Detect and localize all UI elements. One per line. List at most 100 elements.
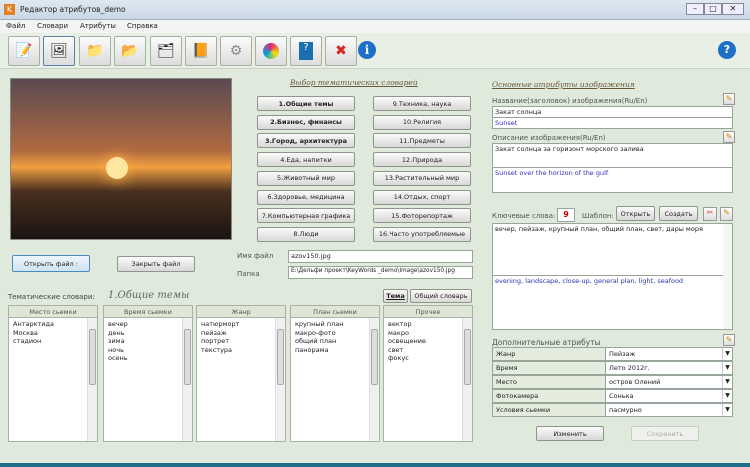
dictionary-button[interactable]: 4.Еда, напитки — [257, 152, 355, 168]
dictionary-button[interactable]: 8.Люди — [257, 226, 355, 242]
dictionary-button[interactable]: 6.Здоровье, медицина — [257, 189, 355, 205]
keywords-scrollbar[interactable] — [723, 224, 732, 329]
folder-image-2-icon[interactable]: 📂 — [114, 36, 146, 66]
list-item[interactable]: день — [104, 329, 192, 338]
list-item[interactable]: портрет — [197, 337, 285, 346]
list-item[interactable]: пейзаж — [197, 329, 285, 338]
list-item[interactable]: текстура — [197, 346, 285, 355]
template-create-button[interactable]: Создать — [659, 206, 698, 221]
save-button[interactable]: Сохранить — [631, 426, 699, 441]
chevron-down-icon[interactable]: ▼ — [722, 348, 732, 360]
thematic-list[interactable]: Место сьемки Антарктида Москва стадион — [8, 305, 98, 442]
description-ru-field[interactable]: Закат солнца за горизонт морского залива — [492, 143, 733, 168]
scrollbar-thumb[interactable] — [371, 329, 378, 385]
close-x-icon[interactable]: ✖ — [325, 36, 357, 66]
dictionary-button[interactable]: 9.Техника, наука — [373, 96, 471, 111]
list-item[interactable]: общий план — [291, 337, 379, 346]
list-item[interactable]: свет — [384, 346, 472, 355]
list-item[interactable]: крупный план — [291, 320, 379, 329]
clear-extra-brush-icon[interactable]: ✎ — [723, 334, 735, 346]
folder-dark-icon[interactable]: 🗂 — [150, 36, 182, 66]
keywords-ru-field[interactable]: вечер, пейзаж, крупный план, общий план,… — [492, 223, 733, 276]
list-item[interactable]: Москва — [9, 329, 97, 338]
chevron-down-icon[interactable]: ▼ — [722, 404, 732, 416]
keywords-en-field[interactable]: evening, landscape, close-up, general pl… — [492, 275, 733, 330]
menu-dictionaries[interactable]: Словари — [37, 22, 68, 30]
help-icon[interactable]: ? — [718, 41, 736, 59]
dictionary-button[interactable]: 1.Общие темы — [257, 96, 355, 111]
close-window-button[interactable]: ✕ — [722, 3, 744, 15]
dictionary-button[interactable]: 13.Растительный мир — [373, 170, 471, 186]
tab-general-dictionary[interactable]: Общий словарь — [410, 289, 472, 303]
menu-help[interactable]: Справка — [127, 22, 158, 30]
list-scrollbar[interactable] — [275, 318, 285, 441]
settings-icon[interactable]: ⚙ — [220, 36, 252, 66]
list-item[interactable]: панорама — [291, 346, 379, 355]
scrollbar-thumb[interactable] — [277, 329, 284, 385]
dictionary-button[interactable]: 3.Город, архитектура — [257, 133, 355, 149]
close-file-button[interactable]: Закрыть файл — [117, 256, 195, 272]
scrollbar-thumb[interactable] — [184, 329, 191, 385]
minimize-button[interactable]: – — [686, 3, 704, 15]
tools-icon[interactable]: ✂ — [703, 207, 717, 221]
clear-keywords-brush-icon[interactable]: ✎ — [720, 207, 733, 221]
file-name-field[interactable]: azov150.jpg — [288, 250, 473, 263]
chevron-down-icon[interactable]: ▼ — [722, 390, 732, 402]
list-scrollbar[interactable] — [182, 318, 192, 441]
dictionary-button[interactable]: 2.Бизнес, финансы — [257, 114, 355, 130]
info-icon[interactable]: i — [358, 41, 376, 59]
thematic-list[interactable]: Время сьемки вечер день зима ночь осень — [103, 305, 193, 442]
list-item[interactable]: макро — [384, 329, 472, 338]
thematic-list[interactable]: Жанр натюрморт пейзаж портрет текстура — [196, 305, 286, 442]
folder-image-icon[interactable]: 📁 — [79, 36, 111, 66]
book-copy-icon[interactable]: 📙 — [185, 36, 217, 66]
list-scrollbar[interactable] — [369, 318, 379, 441]
thematic-list[interactable]: Прочее вектор макро освещение свет фокус — [383, 305, 473, 442]
menu-attributes[interactable]: Атрибуты — [80, 22, 116, 30]
list-item[interactable]: зима — [104, 337, 192, 346]
list-scrollbar[interactable] — [462, 318, 472, 441]
color-icon[interactable] — [255, 36, 287, 66]
edit-notebook-icon[interactable]: 📝 — [8, 36, 40, 66]
open-file-button[interactable]: Открыть файл : — [12, 255, 90, 272]
menu-file[interactable]: Файл — [6, 22, 25, 30]
tab-theme[interactable]: Тема — [383, 289, 408, 303]
list-item[interactable]: натюрморт — [197, 320, 285, 329]
attribute-value-select[interactable]: Сонька — [606, 390, 722, 402]
chevron-down-icon[interactable]: ▼ — [722, 362, 732, 374]
list-item[interactable]: стадион — [9, 337, 97, 346]
dictionary-button[interactable]: 15.Фоторепортаж — [373, 208, 471, 224]
list-item[interactable]: ночь — [104, 346, 192, 355]
attribute-value-select[interactable]: остров Олений — [606, 376, 722, 388]
list-item[interactable]: фокус — [384, 354, 472, 363]
description-en-field[interactable]: Sunset over the horizon of the gulf — [492, 167, 733, 193]
maximize-button[interactable]: □ — [704, 3, 722, 15]
attribute-value-select[interactable]: Пейзаж — [606, 348, 722, 360]
dictionary-button[interactable]: 12.Природа — [373, 152, 471, 168]
chevron-down-icon[interactable]: ▼ — [722, 376, 732, 388]
list-item[interactable]: освещение — [384, 337, 472, 346]
dictionary-button[interactable]: 14.Отдых, спорт — [373, 189, 471, 205]
list-scrollbar[interactable] — [87, 318, 97, 441]
list-item[interactable]: макро-фото — [291, 329, 379, 338]
clear-title-brush-icon[interactable]: ✎ — [723, 93, 735, 105]
title-en-field[interactable]: Sunset — [492, 117, 733, 129]
dictionary-button[interactable]: 10.Религия — [373, 114, 471, 130]
open-image-icon[interactable]: 🖼 — [43, 36, 75, 66]
dictionary-button[interactable]: 5.Животный мир — [257, 170, 355, 186]
folder-field[interactable]: E:\Дельфи проект\KeyWords _demo\Image\az… — [288, 266, 473, 279]
list-item[interactable]: вечер — [104, 320, 192, 329]
help-book-icon[interactable]: ? — [290, 36, 322, 66]
attribute-value-select[interactable]: пасмурно — [606, 404, 722, 416]
template-open-button[interactable]: Открыть — [616, 206, 655, 221]
scrollbar-thumb[interactable] — [89, 329, 96, 385]
list-item[interactable]: осень — [104, 354, 192, 363]
dictionary-button[interactable]: 7.Компьютерная графика — [257, 208, 355, 224]
list-item[interactable]: вектор — [384, 320, 472, 329]
scrollbar-thumb[interactable] — [464, 329, 471, 385]
attribute-value-select[interactable]: Лето 2012г. — [606, 362, 722, 374]
change-button[interactable]: Изменить — [536, 426, 604, 441]
dictionary-button[interactable]: 11.Предметы — [373, 133, 471, 149]
list-item[interactable]: Антарктида — [9, 320, 97, 329]
thematic-list[interactable]: План сьемки крупный план макро-фото общий п… — [290, 305, 380, 442]
